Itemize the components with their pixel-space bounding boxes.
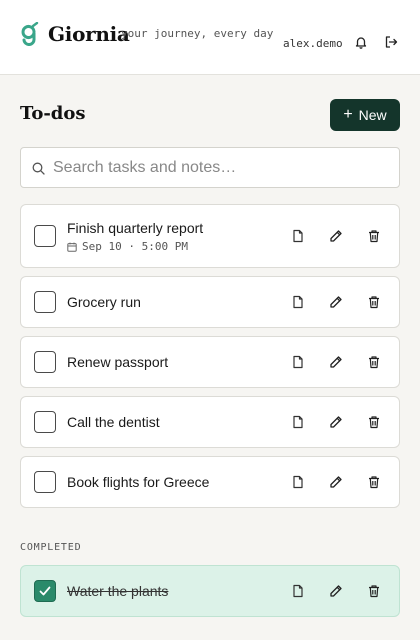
completed-heading: COMPLETED [20, 542, 82, 553]
completed-todo-item[interactable]: Water the plants [20, 565, 400, 617]
edit-icon[interactable] [329, 355, 343, 369]
search-box[interactable] [20, 147, 400, 188]
todo-label: Renew passport [67, 354, 169, 370]
todo-item[interactable]: Renew passport [20, 336, 400, 388]
note-icon[interactable] [291, 295, 305, 309]
todo-label: Grocery run [67, 294, 141, 310]
search-icon [32, 162, 45, 175]
todo-item[interactable]: Grocery run [20, 276, 400, 328]
edit-icon[interactable] [329, 475, 343, 489]
todo-label: Water the plants [67, 583, 169, 599]
todo-checkbox[interactable] [34, 291, 56, 313]
app-tagline: your journey, every day [121, 27, 274, 40]
due-date: Sep 10 · 5:00 PM [67, 240, 188, 253]
todo-checkbox[interactable] [34, 411, 56, 433]
todo-checkbox[interactable] [34, 471, 56, 493]
todo-checkbox[interactable] [34, 351, 56, 373]
todo-label: Call the dentist [67, 414, 160, 430]
edit-icon[interactable] [329, 584, 343, 598]
note-icon[interactable] [291, 475, 305, 489]
logo-icon [21, 22, 39, 46]
note-icon[interactable] [291, 584, 305, 598]
trash-icon[interactable] [367, 355, 381, 369]
logout-icon[interactable] [384, 35, 398, 49]
todo-item[interactable]: Call the dentist [20, 396, 400, 448]
trash-icon[interactable] [367, 475, 381, 489]
trash-icon[interactable] [367, 415, 381, 429]
todo-label: Book flights for Greece [67, 474, 210, 490]
edit-icon[interactable] [329, 415, 343, 429]
plus-icon: + [343, 106, 353, 123]
todo-item[interactable]: Book flights for Greece [20, 456, 400, 508]
check-icon [39, 586, 51, 596]
todo-label: Finish quarterly report [67, 220, 204, 236]
note-icon[interactable] [291, 415, 305, 429]
trash-icon[interactable] [367, 295, 381, 309]
edit-icon[interactable] [329, 295, 343, 309]
new-button-label: New [358, 107, 387, 123]
todo-item[interactable]: Finish quarterly report Sep 10 · 5:00 PM [20, 204, 400, 268]
calendar-icon [67, 242, 77, 252]
page-title: To-dos [20, 103, 86, 124]
note-icon[interactable] [291, 229, 305, 243]
bell-icon[interactable] [354, 35, 368, 49]
new-todo-button[interactable]: + New [330, 99, 400, 131]
trash-icon[interactable] [367, 229, 381, 243]
edit-icon[interactable] [329, 229, 343, 243]
todo-checkbox[interactable] [34, 225, 56, 247]
todo-checkbox-checked[interactable] [34, 580, 56, 602]
note-icon[interactable] [291, 355, 305, 369]
search-input[interactable] [53, 156, 393, 180]
due-date-text: Sep 10 · 5:00 PM [82, 240, 188, 253]
app-name: Giornia [48, 22, 130, 46]
username-label[interactable]: alex.demo [283, 37, 343, 50]
trash-icon[interactable] [367, 584, 381, 598]
app-header: Giornia your journey, every day alex.dem… [0, 0, 420, 75]
